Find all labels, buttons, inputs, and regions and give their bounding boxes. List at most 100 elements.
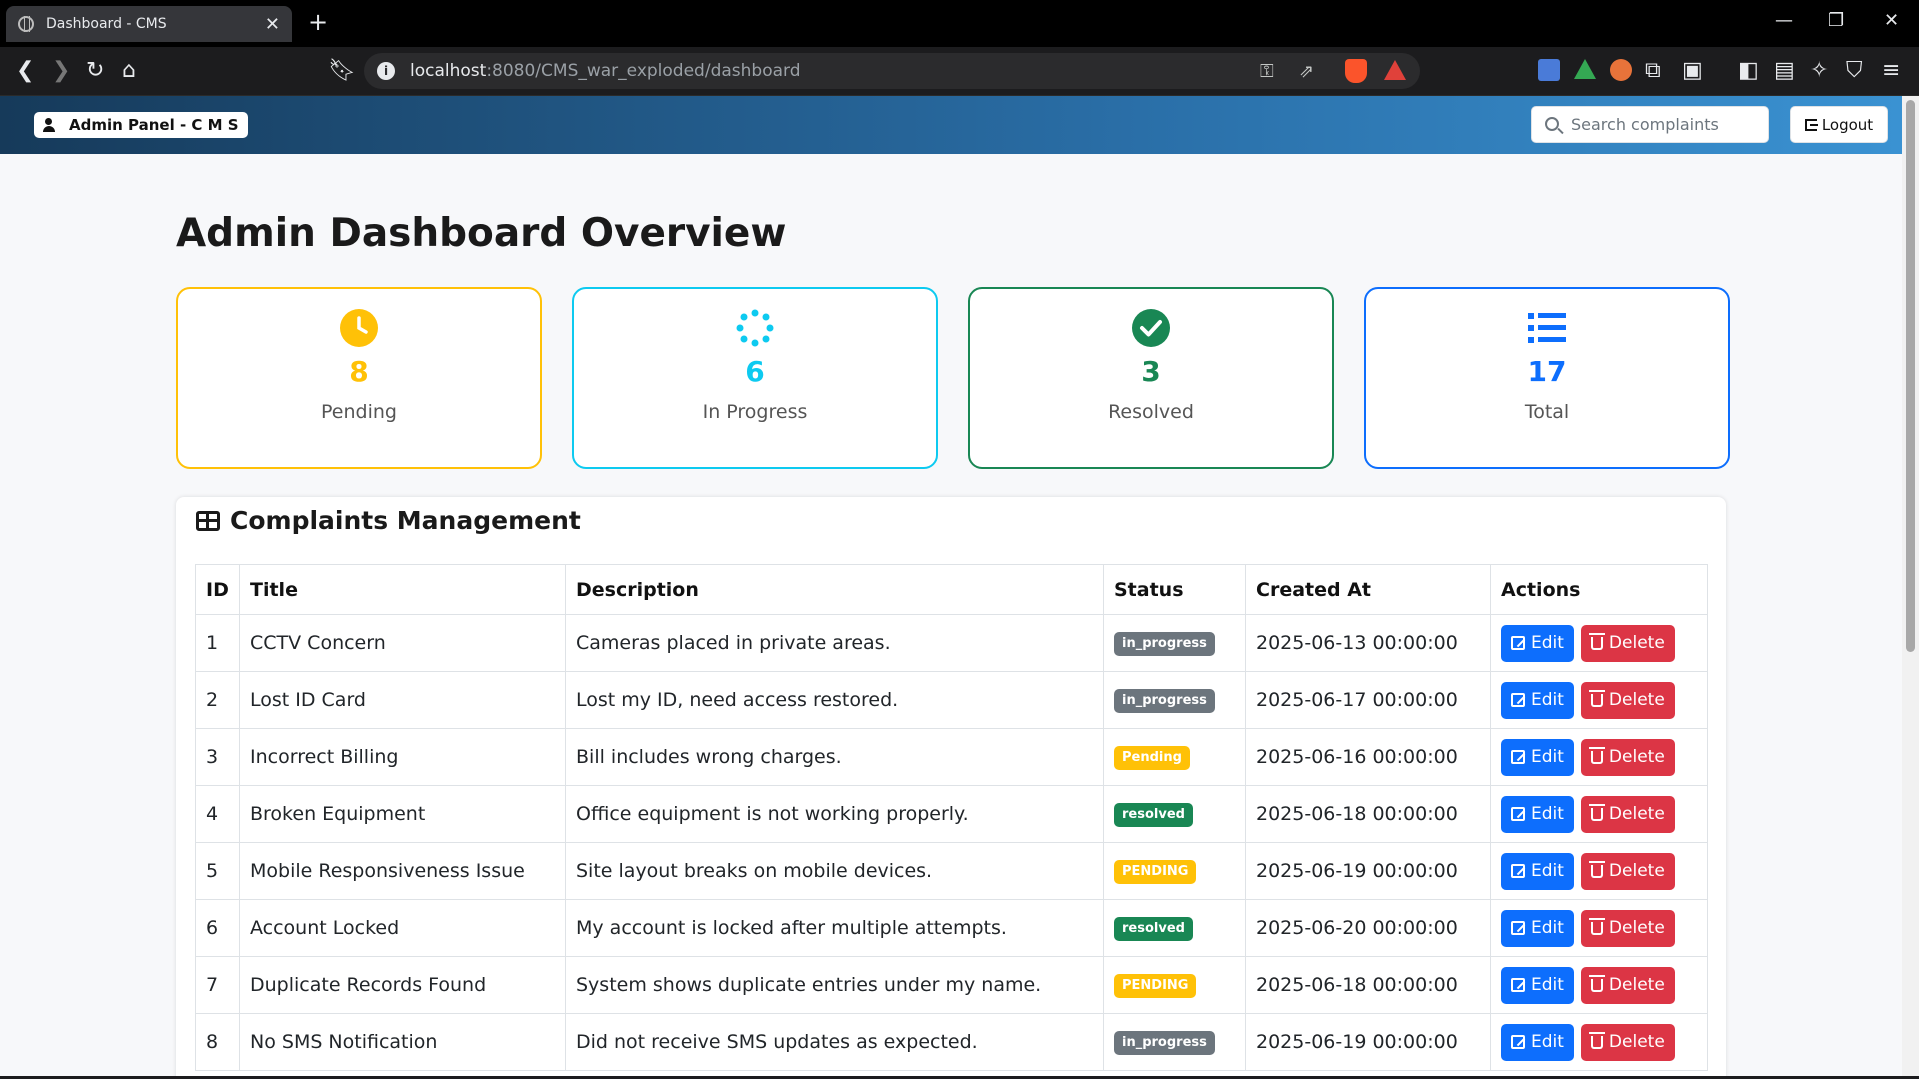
key-icon[interactable]: ⚿ [1260, 61, 1274, 82]
restore-icon[interactable]: ❐ [1828, 10, 1844, 31]
leo-ai-icon[interactable]: ✧ [1810, 59, 1828, 83]
complaints-table: ID Title Description Status Created At A… [195, 564, 1708, 1071]
cell-created-at: 2025-06-18 00:00:00 [1245, 785, 1491, 843]
cell-title: Account Locked [239, 899, 566, 957]
cell-title: Lost ID Card [239, 671, 566, 729]
cell-status: PENDING [1103, 842, 1246, 900]
delete-button[interactable]: Delete [1580, 738, 1675, 776]
search-input[interactable] [1571, 107, 1761, 142]
share-icon[interactable]: ⇗ [1299, 61, 1314, 82]
edit-icon [1511, 1035, 1525, 1049]
reload-icon[interactable]: ↻ [86, 59, 104, 83]
trash-icon [1588, 689, 1605, 707]
delete-button[interactable]: Delete [1580, 1023, 1675, 1061]
delete-button[interactable]: Delete [1580, 909, 1675, 947]
table-row: 7 Duplicate Records Found System shows dup… [195, 956, 1708, 1014]
forward-icon[interactable]: ❯ [52, 59, 70, 83]
panel-title: Complaints Management [196, 506, 581, 535]
vpn-icon[interactable]: ⛉ [1846, 59, 1863, 83]
cell-description: Lost my ID, need access restored. [565, 671, 1104, 729]
trash-icon [1588, 974, 1605, 992]
scrollbar-thumb[interactable] [1906, 100, 1915, 652]
edit-icon [1511, 921, 1525, 935]
cell-status: Pending [1103, 728, 1246, 786]
cell-description: My account is locked after multiple atte… [565, 899, 1104, 957]
wallet-icon[interactable]: ▤ [1774, 59, 1795, 83]
home-icon[interactable]: ⌂ [122, 59, 136, 83]
delete-button[interactable]: Delete [1580, 852, 1675, 890]
edit-icon [1511, 636, 1525, 650]
column-header: Description [565, 564, 1104, 615]
cell-status: PENDING [1103, 956, 1246, 1014]
cell-id: 8 [195, 1013, 240, 1071]
delete-button[interactable]: Delete [1580, 681, 1675, 719]
cell-id: 7 [195, 956, 240, 1014]
edit-button[interactable]: Edit [1501, 795, 1574, 833]
edit-icon [1511, 693, 1525, 707]
table-row: 8 No SMS Notification Did not receive SMS … [195, 1013, 1708, 1071]
edit-button[interactable]: Edit [1501, 909, 1574, 947]
delete-button[interactable]: Delete [1580, 624, 1675, 662]
edit-button[interactable]: Edit [1501, 681, 1574, 719]
brand-label: Admin Panel - C M S [69, 116, 239, 134]
delete-button[interactable]: Delete [1580, 795, 1675, 833]
status-badge: in_progress [1114, 689, 1215, 713]
brand-badge[interactable]: Admin Panel - C M S [34, 112, 248, 138]
back-icon[interactable]: ❮ [16, 59, 34, 83]
edit-button[interactable]: Edit [1501, 966, 1574, 1004]
cookie-icon[interactable] [1610, 59, 1632, 81]
reader-icon[interactable]: ▣ [1682, 59, 1703, 83]
drive-icon[interactable] [1574, 59, 1596, 79]
cell-actions: Edit Delete [1490, 785, 1708, 843]
cell-actions: Edit Delete [1490, 614, 1708, 672]
spinner-icon [736, 309, 774, 347]
cell-id: 1 [195, 614, 240, 672]
new-tab-button[interactable]: + [308, 8, 328, 36]
delete-button[interactable]: Delete [1580, 966, 1675, 1004]
logout-label: Logout [1821, 115, 1874, 134]
page-title: Admin Dashboard Overview [176, 211, 787, 256]
brave-shields-icon[interactable] [1345, 59, 1367, 83]
edit-icon [1511, 750, 1525, 764]
edit-button[interactable]: Edit [1501, 624, 1574, 662]
search-icon [1545, 117, 1559, 131]
edit-icon [1511, 807, 1525, 821]
trash-icon [1588, 860, 1605, 878]
edit-button[interactable]: Edit [1501, 1023, 1574, 1061]
cell-id: 3 [195, 728, 240, 786]
cell-actions: Edit Delete [1490, 728, 1708, 786]
browser-tab[interactable]: Dashboard - CMS ✕ [6, 6, 292, 42]
table-row: 3 Incorrect Billing Bill includes wrong ch… [195, 728, 1708, 786]
complaints-panel: Complaints Management ID Title Descripti… [176, 497, 1726, 1079]
sidebar-icon[interactable]: ◧ [1738, 59, 1759, 83]
edit-icon [1511, 978, 1525, 992]
menu-icon[interactable]: ≡ [1882, 59, 1900, 83]
table-header-row: ID Title Description Status Created At A… [195, 564, 1708, 615]
translate-icon[interactable] [1538, 59, 1560, 81]
page-scrollbar[interactable] [1902, 96, 1919, 1079]
table-icon [196, 510, 220, 531]
close-window-icon[interactable]: ✕ [1884, 10, 1899, 31]
logout-button[interactable]: Logout [1790, 106, 1888, 143]
stat-card-pending: 8 Pending [176, 287, 542, 469]
minimize-icon[interactable]: — [1775, 10, 1793, 31]
cell-title: Mobile Responsiveness Issue [239, 842, 566, 900]
status-badge: resolved [1114, 917, 1193, 941]
cell-description: Office equipment is not working properly… [565, 785, 1104, 843]
cell-actions: Edit Delete [1490, 1013, 1708, 1071]
cell-title: CCTV Concern [239, 614, 566, 672]
cell-status: in_progress [1103, 614, 1246, 672]
edit-button[interactable]: Edit [1501, 738, 1574, 776]
extensions-icon[interactable]: ⧉ [1645, 59, 1661, 83]
globe-icon [18, 16, 34, 32]
status-badge: in_progress [1114, 1031, 1215, 1055]
column-header: ID [195, 564, 240, 615]
site-info-icon[interactable]: i [377, 62, 395, 80]
address-bar[interactable]: i localhost:8080/CMS_war_exploded/dashbo… [364, 53, 1420, 89]
bookmark-icon[interactable]: 🔖︎ [328, 59, 356, 83]
tab-close-icon[interactable]: ✕ [265, 14, 280, 35]
cell-id: 4 [195, 785, 240, 843]
brave-rewards-icon[interactable] [1384, 60, 1406, 80]
edit-button[interactable]: Edit [1501, 852, 1574, 890]
status-badge: resolved [1114, 803, 1193, 827]
